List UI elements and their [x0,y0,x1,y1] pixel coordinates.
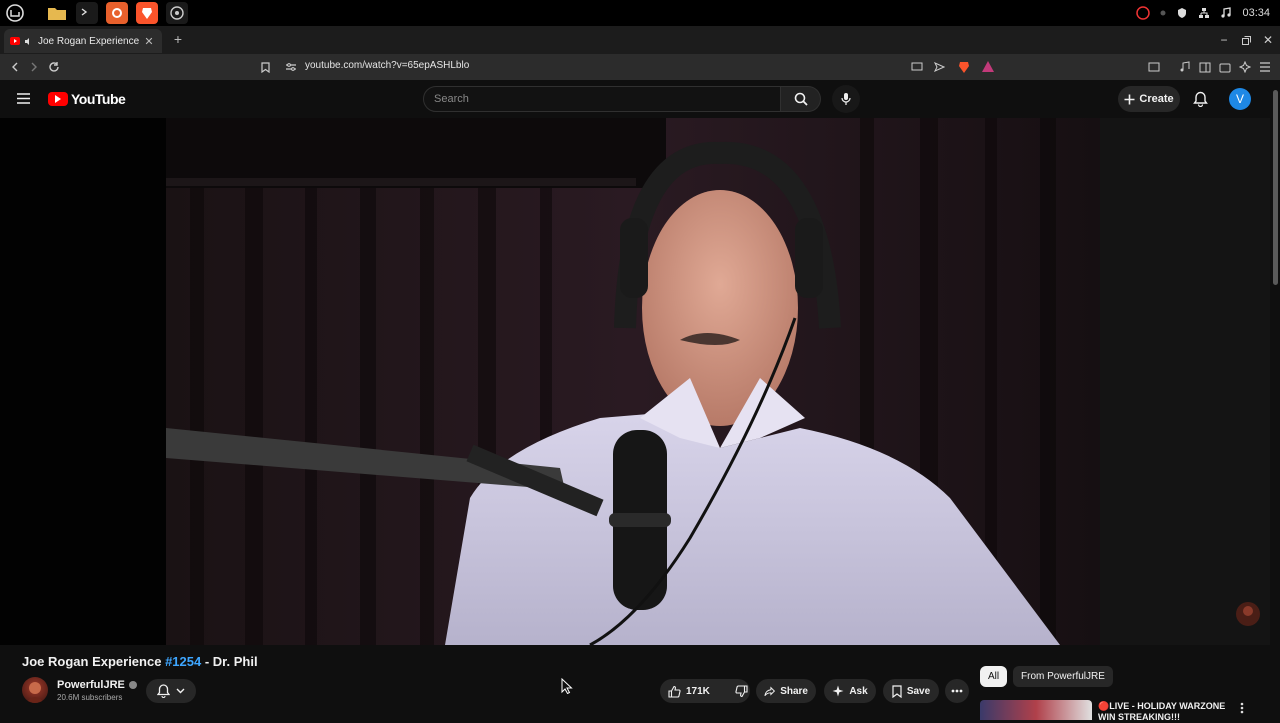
like-count: 171K [686,685,710,697]
back-icon[interactable] [7,59,23,75]
os-top-panel: 03:34 [0,0,1280,26]
minimize-icon[interactable]: − [1216,32,1232,48]
settings-icon[interactable] [166,2,188,24]
dislike-button[interactable] [735,684,748,698]
youtube-wordmark: YouTube [71,91,126,107]
video-title: Joe Rogan Experience #1254 - Dr. Phil [22,654,258,669]
recommendation-thumbnail[interactable] [980,700,1092,720]
new-tab-button[interactable]: + [170,31,186,47]
like-button[interactable]: 171K [668,685,710,698]
youtube-header: YouTube Search Create V [0,80,1280,118]
notifications-bell-icon[interactable] [1193,91,1208,107]
channel-avatar[interactable] [22,677,48,703]
chevron-down-icon [176,688,185,694]
terminal-icon[interactable] [76,2,98,24]
scrollbar-thumb[interactable] [1273,90,1278,285]
video-title-prefix: Joe Rogan Experience [22,654,166,669]
video-player[interactable] [0,118,1270,645]
youtube-logo[interactable]: YouTube [48,91,126,107]
wallet-icon[interactable] [1217,59,1233,75]
search-icon [794,92,808,106]
menu-icon[interactable] [1257,59,1273,75]
system-tray: 03:34 [1136,0,1270,26]
channel-name-text[interactable]: PowerfulJRE [57,679,125,691]
search-input[interactable]: Search [423,86,781,112]
shield-icon[interactable] [1176,7,1188,19]
bell-icon [157,684,170,698]
create-label: Create [1139,93,1174,105]
channel-name[interactable]: PowerfulJRE [57,679,137,691]
url-field[interactable]: youtube.com/watch?v=65epASHLblo [305,60,469,71]
sparkle-icon [832,685,844,697]
forward-icon[interactable] [26,59,42,75]
episode-hashtag-link[interactable]: #1254 [165,654,201,669]
more-actions-button[interactable] [945,679,969,703]
reload-icon[interactable] [46,59,62,75]
video-title-suffix: - Dr. Phil [201,654,258,669]
voice-search-button[interactable] [832,85,860,113]
dot-icon [1160,8,1166,18]
more-horizontal-icon [951,689,963,693]
leo-ai-icon[interactable] [1237,59,1253,75]
close-window-icon[interactable]: ✕ [1260,32,1276,48]
browser-tab-active[interactable]: Joe Rogan Experience #1... ✕ [4,29,162,53]
bookmark-icon[interactable] [257,59,273,75]
youtube-favicon-icon [10,37,20,45]
bookmark-save-icon [892,684,902,698]
share-label: Share [780,685,808,697]
subscriber-count: 20.6M subscribers [57,693,123,702]
save-button[interactable]: Save [883,679,939,703]
chip-all[interactable]: All [980,666,1008,687]
update-icon[interactable] [1136,6,1151,20]
sidebar-icon[interactable] [1197,59,1213,75]
brave-rewards-icon[interactable] [980,59,996,75]
ask-label: Ask [849,685,868,697]
browser-toolbar: youtube.com/watch?v=65epASHLblo [0,54,1280,80]
maximize-icon[interactable] [1238,32,1254,48]
extensions-icon[interactable] [1146,59,1162,75]
send-icon[interactable] [931,59,947,75]
brave-shields-icon[interactable] [956,59,972,75]
account-avatar[interactable]: V [1229,88,1251,110]
thumbs-up-icon [668,685,681,698]
tab-strip: Joe Rogan Experience #1... ✕ + − ✕ [0,26,1280,54]
thumbs-down-icon [735,684,748,697]
clock-text[interactable]: 03:34 [1242,7,1270,19]
tab-title: Joe Rogan Experience #1... [38,35,142,47]
ask-button[interactable]: Ask [824,679,876,703]
like-dislike-group: 171K [660,679,750,703]
network-icon[interactable] [1198,7,1210,19]
brave-icon[interactable] [136,2,158,24]
youtube-play-icon [48,92,68,106]
cast-icon[interactable] [909,59,925,75]
subscription-bell-button[interactable] [146,679,196,703]
mouse-cursor-icon [561,678,573,694]
chip-from-channel[interactable]: From PowerfulJRE [1013,666,1113,687]
verified-badge-icon [128,681,137,690]
firefox-icon[interactable] [106,2,128,24]
site-settings-icon[interactable] [283,59,299,75]
share-button[interactable]: Share [756,679,816,703]
create-button[interactable]: Create [1118,86,1180,112]
plus-icon [1124,94,1135,104]
share-icon [764,685,776,696]
hamburger-menu-icon[interactable] [16,92,31,105]
page-scrollbar[interactable] [1270,80,1280,720]
save-label: Save [906,685,931,697]
music-icon[interactable] [1220,7,1232,19]
mint-menu-icon[interactable] [4,2,26,24]
media-icon[interactable] [1177,59,1193,75]
search-button[interactable] [781,86,821,112]
audio-playing-icon[interactable] [24,37,33,46]
tab-close-icon[interactable]: ✕ [142,34,156,48]
microphone-icon [841,93,851,105]
more-vertical-icon[interactable] [1236,700,1248,716]
video-frame [0,118,1270,645]
files-icon[interactable] [46,2,68,24]
